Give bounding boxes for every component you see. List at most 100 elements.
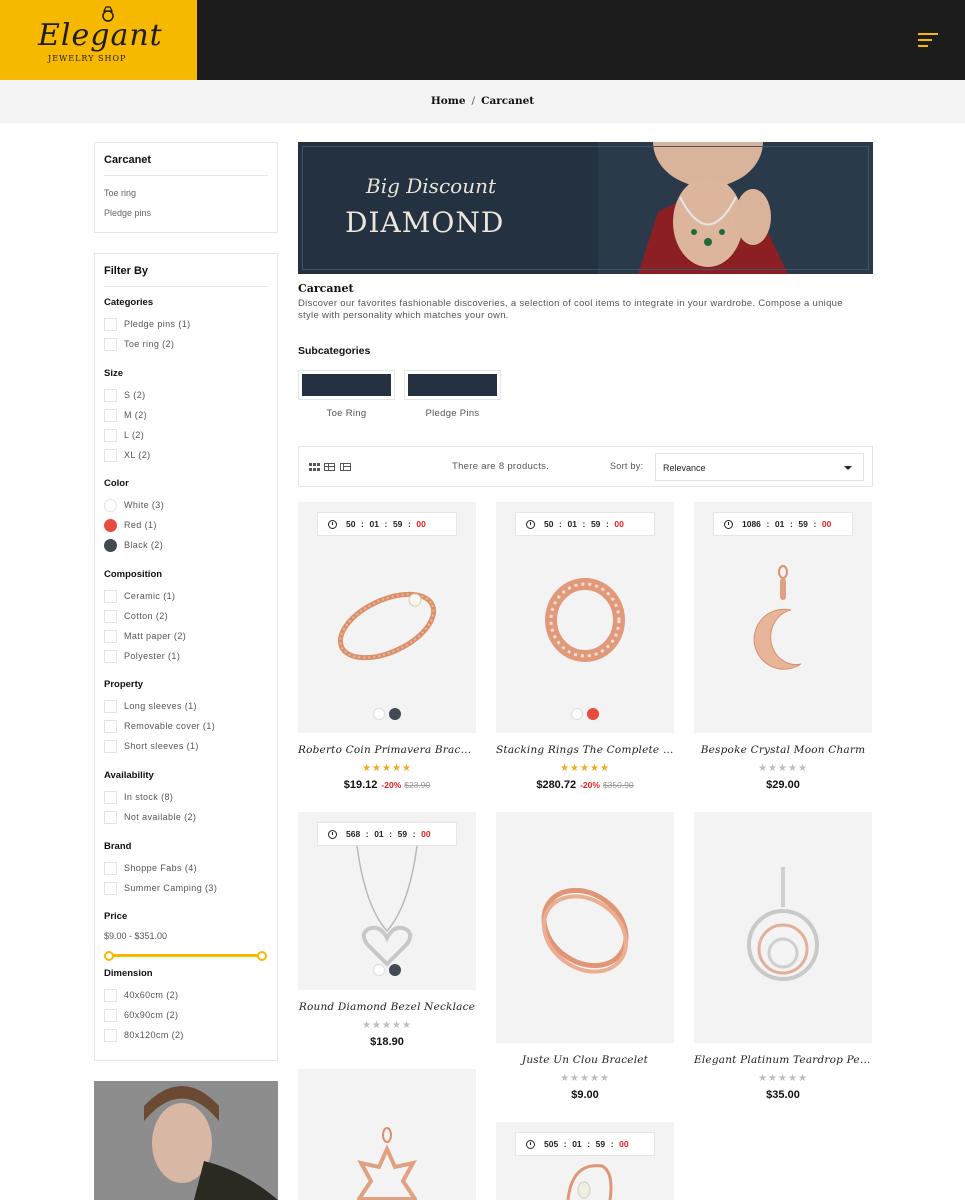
color-filter-option[interactable]: White (3) xyxy=(104,498,164,512)
checkbox[interactable] xyxy=(104,629,117,643)
product-name[interactable]: Round Diamond Bezel Necklace xyxy=(298,1001,476,1013)
filter-option[interactable]: Short sleeves (1) xyxy=(104,739,199,753)
price-slider-min-handle[interactable] xyxy=(104,951,114,961)
checkbox[interactable] xyxy=(104,699,117,713)
table-view-icon[interactable] xyxy=(340,463,351,471)
color-variant-dot[interactable] xyxy=(373,964,385,976)
product-image[interactable] xyxy=(496,812,674,1043)
checkbox[interactable] xyxy=(104,739,117,753)
subcategory-thumbnail[interactable] xyxy=(298,370,395,400)
checkbox[interactable] xyxy=(104,448,117,462)
product-image[interactable]: 50:01:59:00 xyxy=(496,502,674,733)
product-image[interactable] xyxy=(694,812,872,1043)
category-banner: Big Discount DIAMOND xyxy=(298,142,873,274)
checkbox[interactable] xyxy=(104,337,117,351)
color-variant-dot[interactable] xyxy=(389,708,401,720)
filter-option[interactable]: 40x60cm (2) xyxy=(104,988,178,1002)
category-link-toe-ring[interactable]: Toe ring xyxy=(104,188,136,198)
product-image[interactable]: 568:01:59:00 xyxy=(298,812,476,990)
product-image[interactable]: 50:01:59:00 xyxy=(298,502,476,733)
rating-stars: ★★★★★ xyxy=(560,763,610,774)
old-price: $350.90 xyxy=(602,780,634,790)
color-swatch[interactable] xyxy=(104,498,117,512)
color-filter-option[interactable]: Black (2) xyxy=(104,538,163,552)
product-card: Juste Un Clou Bracelet ★★★★★ $9.00 xyxy=(496,812,674,1112)
price-slider-max-handle[interactable] xyxy=(257,951,267,961)
filter-option[interactable]: Removable cover (1) xyxy=(104,719,215,733)
filter-option[interactable]: Ceramic (1) xyxy=(104,589,175,603)
filter-option[interactable]: S (2) xyxy=(104,388,146,402)
checkbox[interactable] xyxy=(104,1028,117,1042)
filter-option[interactable]: Matt paper (2) xyxy=(104,629,186,643)
filter-option[interactable]: 80x120cm (2) xyxy=(104,1028,184,1042)
checkbox[interactable] xyxy=(104,719,117,733)
color-variant-dot[interactable] xyxy=(587,708,599,720)
product-image[interactable]: 505:01:59:00 xyxy=(496,1122,674,1200)
filter-option[interactable]: Shoppe Fabs (4) xyxy=(104,861,197,875)
checkbox[interactable] xyxy=(104,408,117,422)
color-filter-option[interactable]: Red (1) xyxy=(104,518,157,532)
category-link-pledge-pins[interactable]: Pledge pins xyxy=(104,208,151,218)
product-name[interactable]: Bespoke Crystal Moon Charm xyxy=(694,744,872,756)
filter-option[interactable]: Summer Camping (3) xyxy=(104,881,217,895)
sort-label: Sort by: xyxy=(610,461,644,471)
filter-option[interactable]: Polyester (1) xyxy=(104,649,180,663)
product-image[interactable] xyxy=(298,1069,476,1200)
facet-title-brand: Brand xyxy=(104,841,132,852)
color-variant-dot[interactable] xyxy=(373,708,385,720)
subcategory-thumbnail[interactable] xyxy=(404,370,501,400)
breadcrumb-home-link[interactable]: Home xyxy=(431,95,466,107)
filter-option[interactable]: Not available (2) xyxy=(104,810,196,824)
filter-option[interactable]: Long sleeves (1) xyxy=(104,699,197,713)
checkbox[interactable] xyxy=(104,790,117,804)
checkbox[interactable] xyxy=(104,1008,117,1022)
checkbox[interactable] xyxy=(104,861,117,875)
product-price: $9.00 xyxy=(571,1089,599,1101)
filter-option[interactable]: Pledge pins (1) xyxy=(104,317,191,331)
filter-option[interactable]: L (2) xyxy=(104,428,144,442)
color-swatch[interactable] xyxy=(104,518,117,532)
product-name[interactable]: Roberto Coin Primavera Bracel... xyxy=(298,744,476,756)
facet-title-composition: Composition xyxy=(104,569,163,580)
filter-option[interactable]: In stock (8) xyxy=(104,790,173,804)
checkbox[interactable] xyxy=(104,609,117,623)
color-variant-dot[interactable] xyxy=(389,964,401,976)
checkbox[interactable] xyxy=(104,881,117,895)
grid-view-icon[interactable] xyxy=(309,463,320,471)
checkbox[interactable] xyxy=(104,589,117,603)
checkbox[interactable] xyxy=(104,317,117,331)
checkbox[interactable] xyxy=(104,388,117,402)
subcategory-pledge-pins[interactable]: Pledge Pins xyxy=(404,370,501,419)
color-variant-dot[interactable] xyxy=(571,708,583,720)
filter-option[interactable]: Toe ring (2) xyxy=(104,337,174,351)
sort-dropdown[interactable]: Relevance xyxy=(655,453,864,481)
filter-option[interactable]: M (2) xyxy=(104,408,147,422)
checkbox[interactable] xyxy=(104,428,117,442)
color-swatch[interactable] xyxy=(104,538,117,552)
checkbox[interactable] xyxy=(104,988,117,1002)
checkbox[interactable] xyxy=(104,810,117,824)
product-image[interactable]: 1086:01:59:00 xyxy=(694,502,872,733)
filter-title: Filter By xyxy=(104,265,149,277)
product-name[interactable]: Juste Un Clou Bracelet xyxy=(496,1054,674,1066)
price-range-label: $9.00 - $351.00 xyxy=(104,931,168,941)
subcategory-toe-ring[interactable]: Toe Ring xyxy=(298,370,395,419)
sidebar-promo-image[interactable] xyxy=(94,1081,278,1200)
product-price: $19.12 xyxy=(343,779,378,791)
filter-option[interactable]: 60x90cm (2) xyxy=(104,1008,178,1022)
product-name[interactable]: Elegant Platinum Teardrop Pen... xyxy=(694,1054,872,1066)
list-view-icon[interactable] xyxy=(324,463,335,471)
filter-option[interactable]: XL (2) xyxy=(104,448,151,462)
price-slider-track[interactable] xyxy=(106,954,262,957)
clock-icon xyxy=(526,1139,535,1149)
product-price: $18.90 xyxy=(370,1036,404,1048)
filter-panel: Filter By Categories Pledge pins (1) Toe… xyxy=(94,253,278,1061)
checkbox[interactable] xyxy=(104,649,117,663)
logo[interactable]: Elegant JEWELRY SHOP xyxy=(0,0,197,80)
model-portrait-image xyxy=(94,1081,278,1200)
product-name[interactable]: Stacking Rings The Complete G... xyxy=(496,744,674,756)
filter-option[interactable]: Cotton (2) xyxy=(104,609,168,623)
countdown-timer: 50:01:59:00 xyxy=(515,512,655,536)
facet-title-dimension: Dimension xyxy=(104,968,153,979)
hamburger-menu-icon[interactable] xyxy=(918,33,938,47)
